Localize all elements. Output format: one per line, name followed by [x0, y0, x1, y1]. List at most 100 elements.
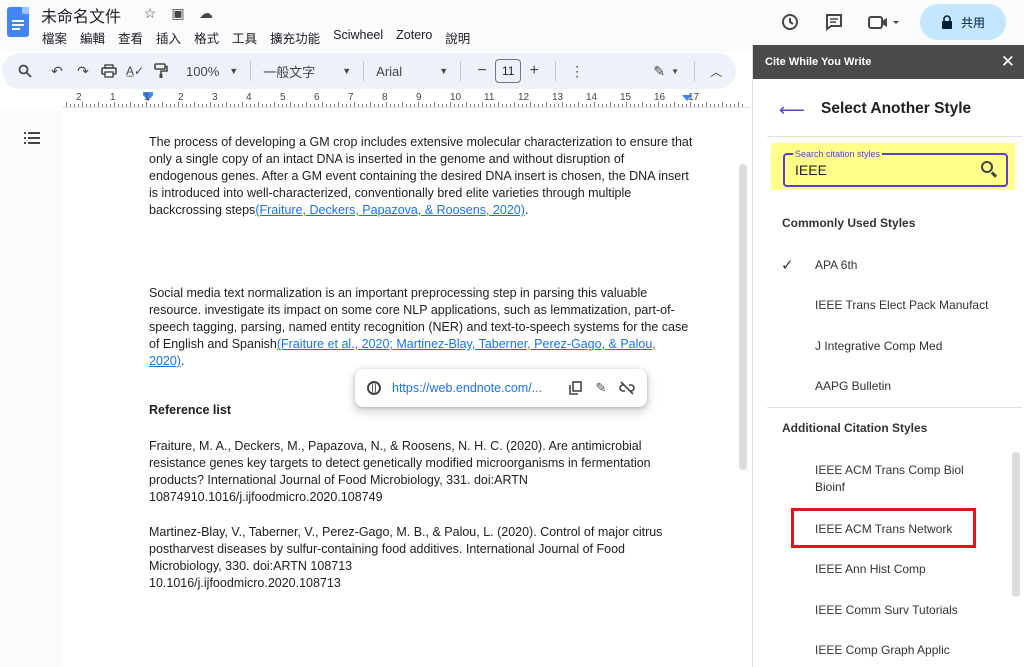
ruler-tick — [250, 104, 251, 107]
ruler-number: 6 — [314, 92, 320, 103]
ruler-number: 17 — [688, 92, 700, 103]
style-option[interactable]: J Integrative Comp Med — [815, 338, 1005, 355]
close-icon[interactable]: ✕ — [1001, 52, 1015, 72]
ruler-tick — [158, 104, 159, 107]
ruler-tick — [686, 104, 687, 107]
search-input[interactable] — [795, 162, 965, 178]
ruler-tick — [614, 104, 615, 107]
paragraph-style-select[interactable]: 一般文字 ▼ — [259, 62, 355, 81]
ruler-tick — [638, 104, 639, 107]
paragraph-1[interactable]: The process of developing a GM crop incl… — [149, 134, 694, 219]
menu-file[interactable]: 檔案 — [42, 28, 74, 47]
menu-format[interactable]: 格式 — [194, 28, 226, 47]
style-option[interactable]: IEEE Comp Graph Applic — [815, 642, 1005, 659]
menu-zotero[interactable]: Zotero — [396, 28, 439, 47]
style-option[interactable]: IEEE Trans Elect Pack Manufact — [815, 297, 1005, 314]
copy-link-icon[interactable] — [562, 377, 588, 399]
ruler-tick — [694, 104, 695, 107]
editing-mode-icon[interactable]: ✎ ▼ — [646, 59, 686, 83]
citation-link[interactable]: (Fraiture, Deckers, Papazova, & Roosens,… — [255, 203, 525, 217]
panel-title: Select Another Style — [821, 100, 972, 117]
history-icon[interactable] — [776, 8, 804, 36]
menu-view[interactable]: 查看 — [118, 28, 150, 47]
ruler-tick — [310, 104, 311, 107]
ruler-tick — [630, 104, 631, 107]
ruler-tick — [162, 102, 163, 107]
reference-entry[interactable]: Martinez-Blay, V., Taberner, V., Perez-G… — [149, 524, 694, 592]
search-icon[interactable] — [981, 161, 998, 178]
header-actions: 共用 — [776, 0, 1024, 44]
style-option[interactable]: IEEE Comm Surv Tutorials — [815, 602, 1005, 619]
document-scrollbar[interactable] — [739, 164, 747, 470]
document-outline-icon[interactable] — [24, 131, 40, 145]
menu-insert[interactable]: 插入 — [156, 28, 188, 47]
paint-format-icon[interactable] — [148, 59, 174, 83]
remove-link-icon[interactable] — [614, 377, 640, 399]
ruler-tick — [174, 104, 175, 107]
cloud-status-icon[interactable]: ☁ — [197, 4, 215, 22]
panel-scrollbar[interactable] — [1012, 452, 1020, 597]
menu-bar: 檔案 編輯 查看 插入 格式 工具 擴充功能 Sciwheel Zotero 說… — [42, 28, 483, 47]
ruler-tick — [458, 104, 459, 107]
spellcheck-icon[interactable]: A̲✓ — [122, 59, 148, 83]
reference-entry[interactable]: Fraiture, M. A., Deckers, M., Papazova, … — [149, 438, 694, 506]
citation-style-search[interactable]: Search citation styles — [783, 149, 1008, 187]
menu-extensions[interactable]: 擴充功能 — [270, 28, 327, 47]
share-button[interactable]: 共用 — [920, 4, 1006, 40]
font-select[interactable]: Arial ▼ — [372, 64, 452, 79]
ruler-tick — [526, 104, 527, 107]
toolbar-divider — [694, 61, 696, 81]
redo-icon[interactable]: ↷ — [70, 59, 96, 83]
menu-help[interactable]: 說明 — [445, 28, 477, 47]
style-option[interactable]: IEEE ACM Trans Comp Biol Bioinf — [815, 462, 990, 496]
ruler-tick — [206, 104, 207, 107]
docs-logo-icon[interactable] — [7, 7, 29, 37]
ruler-tick — [78, 104, 79, 107]
share-label: 共用 — [960, 15, 985, 30]
search-menus-icon[interactable] — [12, 59, 38, 83]
ruler-tick — [170, 104, 171, 107]
decrease-font-size-icon[interactable]: − — [469, 59, 495, 83]
link-preview-popup: https://web.endnote.com/... ✎ — [355, 369, 647, 407]
undo-icon[interactable]: ↶ — [44, 59, 70, 83]
more-options-icon[interactable]: ⋮ — [564, 59, 590, 83]
ruler-tick — [270, 104, 271, 107]
zoom-select[interactable]: 100% ▼ — [182, 64, 242, 79]
ruler-tick — [234, 104, 235, 107]
ruler-tick — [334, 104, 335, 107]
panel-divider — [767, 136, 1022, 137]
ruler-tick — [470, 104, 471, 107]
ruler-tick — [662, 104, 663, 107]
ruler-tick — [370, 102, 371, 107]
menu-tools[interactable]: 工具 — [232, 28, 264, 47]
style-option[interactable]: APA 6th — [815, 257, 1005, 274]
star-icon[interactable]: ☆ — [141, 4, 159, 22]
move-folder-icon[interactable]: ▣ — [169, 4, 187, 22]
app-window: 未命名文件 ☆ ▣ ☁ 檔案 編輯 查看 插入 格式 工具 擴充功能 Sciwh… — [0, 0, 1024, 667]
collapse-menus-icon[interactable]: ︿ — [703, 59, 729, 83]
style-option[interactable]: AAPG Bulletin — [815, 378, 1005, 395]
print-icon[interactable] — [96, 59, 122, 83]
ruler-tick — [426, 104, 427, 107]
document-title[interactable]: 未命名文件 — [41, 3, 121, 27]
meet-icon[interactable] — [864, 8, 904, 36]
ruler-tick — [186, 104, 187, 107]
link-url[interactable]: https://web.endnote.com/... — [392, 381, 556, 395]
edit-link-icon[interactable]: ✎ — [588, 377, 614, 399]
horizontal-ruler[interactable]: 2 1 1 2 3 4 5 6 7 8 9 10 11 12 13 14 15 16 17 — [62, 92, 750, 108]
comments-icon[interactable] — [820, 8, 848, 36]
ruler-tick — [734, 104, 735, 107]
ruler-tick — [494, 104, 495, 107]
menu-edit[interactable]: 編輯 — [80, 28, 112, 47]
font-size-field[interactable]: 11 — [495, 59, 522, 83]
ruler-tick — [578, 102, 579, 107]
increase-font-size-icon[interactable]: + — [521, 59, 547, 83]
ruler-tick — [362, 104, 363, 107]
style-option[interactable]: IEEE Ann Hist Comp — [815, 561, 1005, 578]
menu-sciwheel[interactable]: Sciwheel — [333, 28, 390, 47]
ruler-tick — [446, 104, 447, 107]
paragraph-2[interactable]: Social media text normalization is an im… — [149, 285, 694, 370]
panel-header-title: Cite While You Write — [765, 56, 872, 68]
ruler-tick — [366, 104, 367, 107]
back-arrow-icon[interactable]: ⟵ — [779, 100, 805, 121]
